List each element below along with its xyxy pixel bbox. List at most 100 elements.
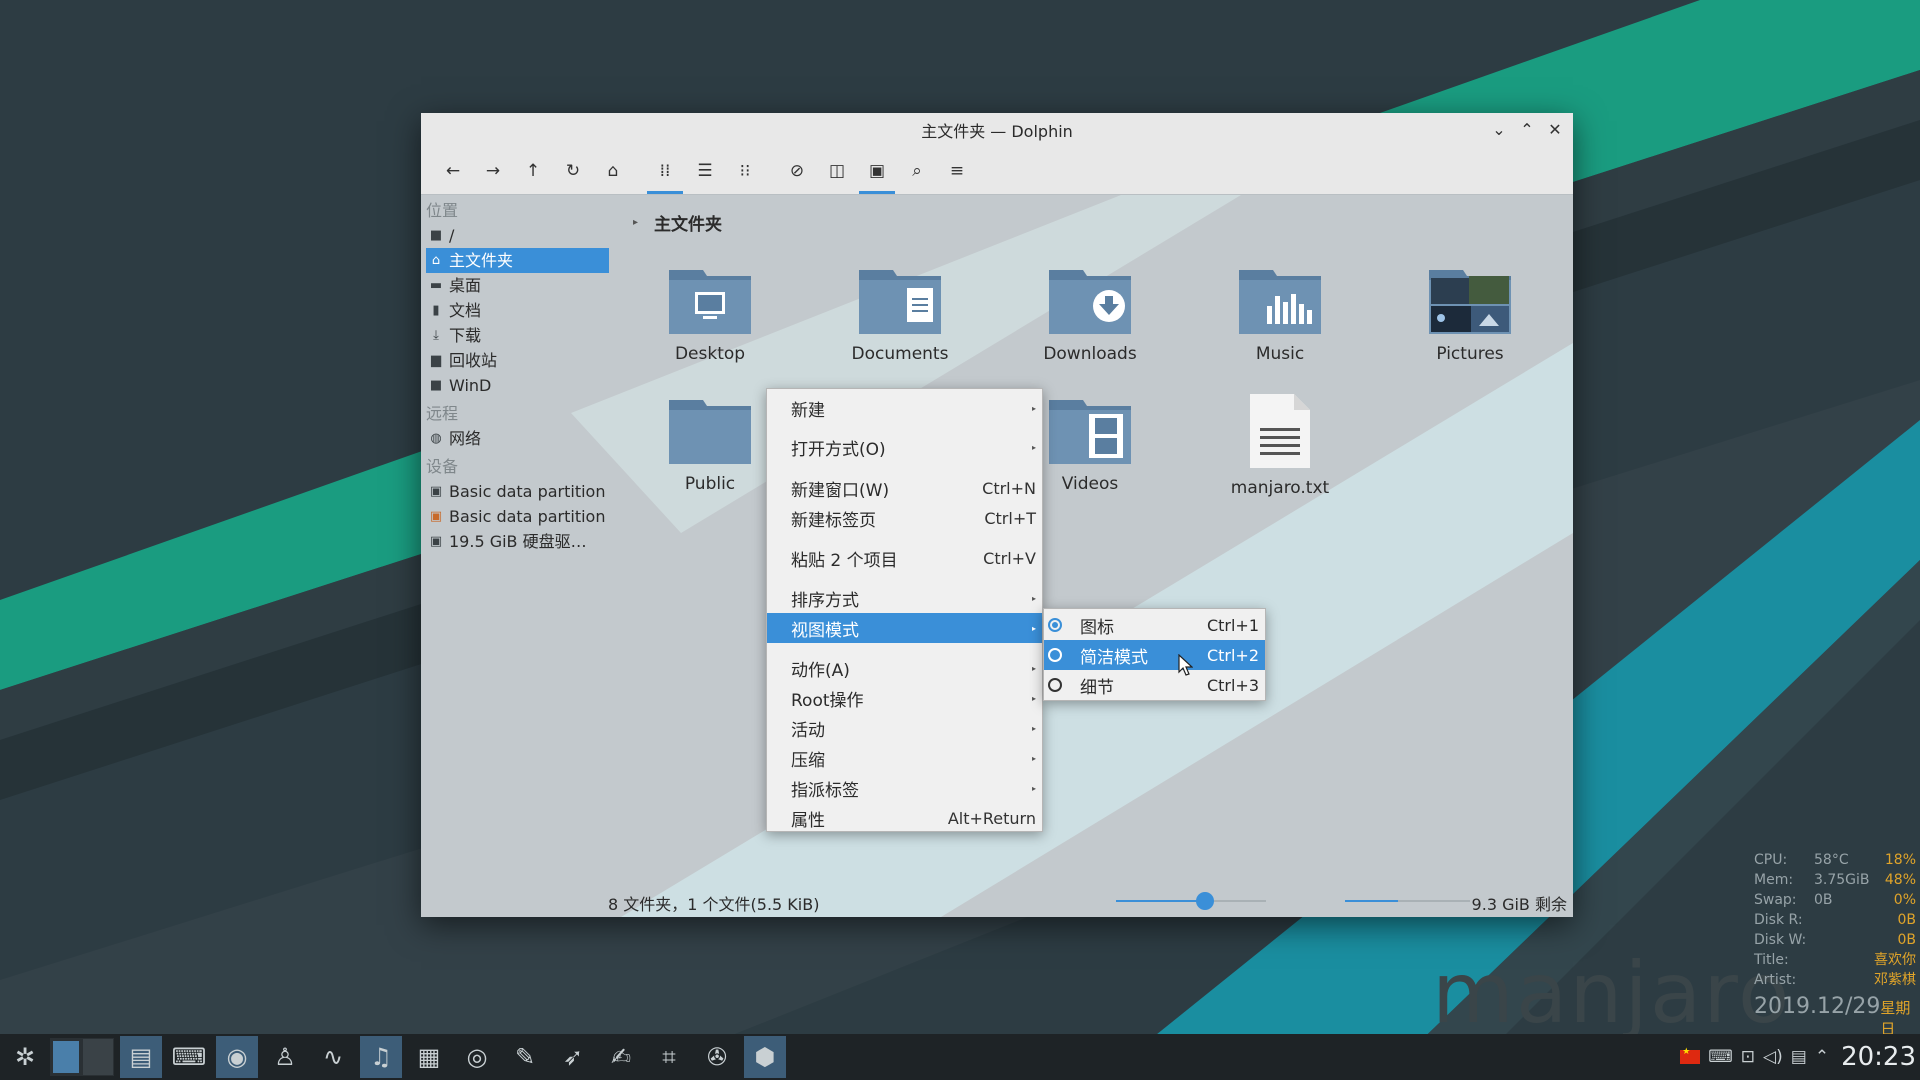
- home-icon: ⌂: [431, 253, 441, 268]
- view-mode-details[interactable]: 细节 Ctrl+3: [1044, 670, 1265, 700]
- hamburger-menu-icon[interactable]: ≡: [939, 153, 975, 189]
- file-item-music[interactable]: Music: [1200, 266, 1360, 364]
- search-icon[interactable]: ⌕: [899, 153, 935, 189]
- device-partition-1[interactable]: ▣ Basic data partition: [421, 479, 611, 504]
- firefox-icon[interactable]: ◉: [216, 1036, 258, 1078]
- conky-row-disk-read: Disk R: 0B: [1754, 912, 1916, 928]
- eye-icon[interactable]: ◎: [456, 1036, 498, 1078]
- title-bar[interactable]: 主文件夹 — Dolphin ⌄ ⌃ ✕: [421, 113, 1573, 147]
- zoom-slider-handle[interactable]: [1196, 892, 1214, 910]
- context-menu: 新建 ▸ 打开方式(O) ▸ 新建窗口(W) Ctrl+N 新建标签页 Ctrl+T 粘…: [766, 388, 1043, 832]
- breadcrumb-home[interactable]: 主文件夹: [654, 210, 722, 235]
- china-flag-input-icon[interactable]: [1680, 1047, 1701, 1064]
- place-downloads[interactable]: ⤓ 下载: [421, 323, 611, 348]
- folder-music-icon: [1239, 270, 1321, 334]
- submenu-arrow-icon: ▸: [1031, 783, 1036, 793]
- menu-item-paste[interactable]: 粘贴 2 个项目 Ctrl+V: [767, 543, 1042, 573]
- icons-view-icon[interactable]: ⁞⁞: [647, 153, 683, 194]
- folder-desktop-icon: [669, 270, 751, 334]
- clock[interactable]: 20:23: [1841, 1042, 1916, 1072]
- device-hard-drive[interactable]: ▣ 19.5 GiB 硬盘驱…: [421, 529, 611, 554]
- reload-icon[interactable]: ↻: [555, 153, 591, 189]
- file-item-downloads[interactable]: Downloads: [1010, 266, 1170, 364]
- music-player-icon[interactable]: ♫: [360, 1036, 402, 1078]
- virtual-desktop-pager[interactable]: [50, 1038, 114, 1076]
- text-editor-icon[interactable]: ✍: [600, 1036, 642, 1078]
- application-launcher-icon[interactable]: ✲: [4, 1036, 46, 1078]
- file-item-pictures[interactable]: Pictures: [1390, 266, 1550, 364]
- menu-item-open-with[interactable]: 打开方式(O) ▸: [767, 432, 1042, 462]
- submenu-arrow-icon: ▸: [1031, 663, 1036, 673]
- conky-system-monitor: CPU: 58°C 18% Mem: 3.75GiB 48% Swap: 0B 0% Dis…: [1754, 850, 1916, 1039]
- maximize-icon[interactable]: ⌃: [1517, 120, 1537, 140]
- device-partition-2[interactable]: ▣ Basic data partition: [421, 504, 611, 529]
- paint-icon[interactable]: ✎: [504, 1036, 546, 1078]
- terminal-icon[interactable]: ⌨: [168, 1036, 210, 1078]
- forward-icon[interactable]: →: [475, 153, 511, 189]
- radio-checked-icon: [1048, 618, 1062, 632]
- place-network[interactable]: ◍ 网络: [421, 426, 611, 451]
- back-icon[interactable]: ←: [435, 153, 471, 189]
- file-item-desktop[interactable]: Desktop: [630, 266, 790, 364]
- submenu-arrow-icon: ▸: [1031, 723, 1036, 733]
- hidden-files-icon[interactable]: ⊘: [779, 153, 815, 189]
- folder-icon: ■: [429, 378, 443, 393]
- menu-item-new-window[interactable]: 新建窗口(W) Ctrl+N: [767, 473, 1042, 503]
- zoom-slider[interactable]: [1116, 892, 1266, 910]
- menu-item-view-mode[interactable]: 视图模式 ▸: [767, 613, 1042, 643]
- file-item-documents[interactable]: Documents: [820, 266, 980, 364]
- place-documents[interactable]: ▮ 文档: [421, 298, 611, 323]
- menu-item-activities[interactable]: 活动 ▸: [767, 713, 1042, 743]
- conky-row-artist: Artist: 邓紫棋: [1754, 972, 1916, 988]
- place-root[interactable]: ■ /: [421, 223, 611, 248]
- compact-view-icon[interactable]: ⁝⁝: [727, 153, 763, 189]
- window-title: 主文件夹 — Dolphin: [921, 122, 1073, 141]
- package-icon[interactable]: ⬢: [744, 1036, 786, 1078]
- submenu-arrow-icon: ▸: [1031, 442, 1036, 452]
- folder-videos-icon: [1049, 400, 1131, 464]
- keyboard-icon[interactable]: ⌨: [1708, 1047, 1733, 1067]
- system-monitor-icon[interactable]: ∿: [312, 1036, 354, 1078]
- breadcrumb-arrow-icon[interactable]: ▸: [633, 217, 638, 228]
- menu-item-compress[interactable]: 压缩 ▸: [767, 743, 1042, 773]
- settings-wrench-icon[interactable]: ✇: [696, 1036, 738, 1078]
- submenu-arrow-icon: ▸: [1031, 693, 1036, 703]
- menu-item-properties[interactable]: 属性 Alt+Return: [767, 803, 1042, 833]
- menu-item-assign-tags[interactable]: 指派标签 ▸: [767, 773, 1042, 803]
- menu-item-new-tab[interactable]: 新建标签页 Ctrl+T: [767, 503, 1042, 533]
- qq-icon[interactable]: ♙: [264, 1036, 306, 1078]
- menu-item-new[interactable]: 新建 ▸: [767, 393, 1042, 423]
- place-wind[interactable]: ■ WinD: [421, 373, 611, 398]
- tray-expand-icon[interactable]: ⌃: [1815, 1047, 1829, 1067]
- text-file-icon: [1250, 394, 1310, 468]
- menu-item-sort-by[interactable]: 排序方式 ▸: [767, 583, 1042, 613]
- devices-header: 设备: [426, 457, 459, 476]
- network-tray-icon[interactable]: ⊡: [1741, 1047, 1755, 1067]
- volume-icon[interactable]: ◁): [1763, 1047, 1783, 1067]
- desktop-1[interactable]: [50, 1038, 82, 1076]
- view-mode-icons[interactable]: 图标 Ctrl+1: [1044, 610, 1265, 640]
- screenshot-icon[interactable]: ⌗: [648, 1036, 690, 1078]
- bird-icon[interactable]: ➶: [552, 1036, 594, 1078]
- file-item-manjaro-txt[interactable]: manjaro.txt: [1200, 392, 1360, 498]
- menu-item-root-actions[interactable]: Root操作 ▸: [767, 683, 1042, 713]
- clipboard-icon[interactable]: ▤: [1791, 1047, 1807, 1067]
- split-view-icon[interactable]: ◫: [819, 153, 855, 189]
- file-manager-icon[interactable]: ▤: [120, 1036, 162, 1078]
- conky-row-cpu: CPU: 58°C 18%: [1754, 852, 1916, 868]
- home-icon[interactable]: ⌂: [595, 153, 631, 189]
- place-desktop[interactable]: ▬ 桌面: [421, 273, 611, 298]
- preview-icon[interactable]: ▣: [859, 153, 895, 194]
- up-icon[interactable]: ↑: [515, 153, 551, 189]
- desktop-2[interactable]: [82, 1038, 114, 1076]
- conky-row-title: Title: 喜欢你: [1754, 952, 1916, 968]
- menu-item-actions[interactable]: 动作(A) ▸: [767, 653, 1042, 683]
- network-icon: ◍: [430, 431, 442, 446]
- place-trash[interactable]: ▆ 回收站: [421, 348, 611, 373]
- video-player-icon[interactable]: ▦: [408, 1036, 450, 1078]
- details-view-icon[interactable]: ☰: [687, 153, 723, 189]
- view-mode-compact[interactable]: 简洁模式 Ctrl+2: [1044, 640, 1265, 670]
- minimize-icon[interactable]: ⌄: [1489, 120, 1509, 140]
- place-home[interactable]: ⌂ 主文件夹: [426, 248, 609, 273]
- close-icon[interactable]: ✕: [1545, 120, 1565, 140]
